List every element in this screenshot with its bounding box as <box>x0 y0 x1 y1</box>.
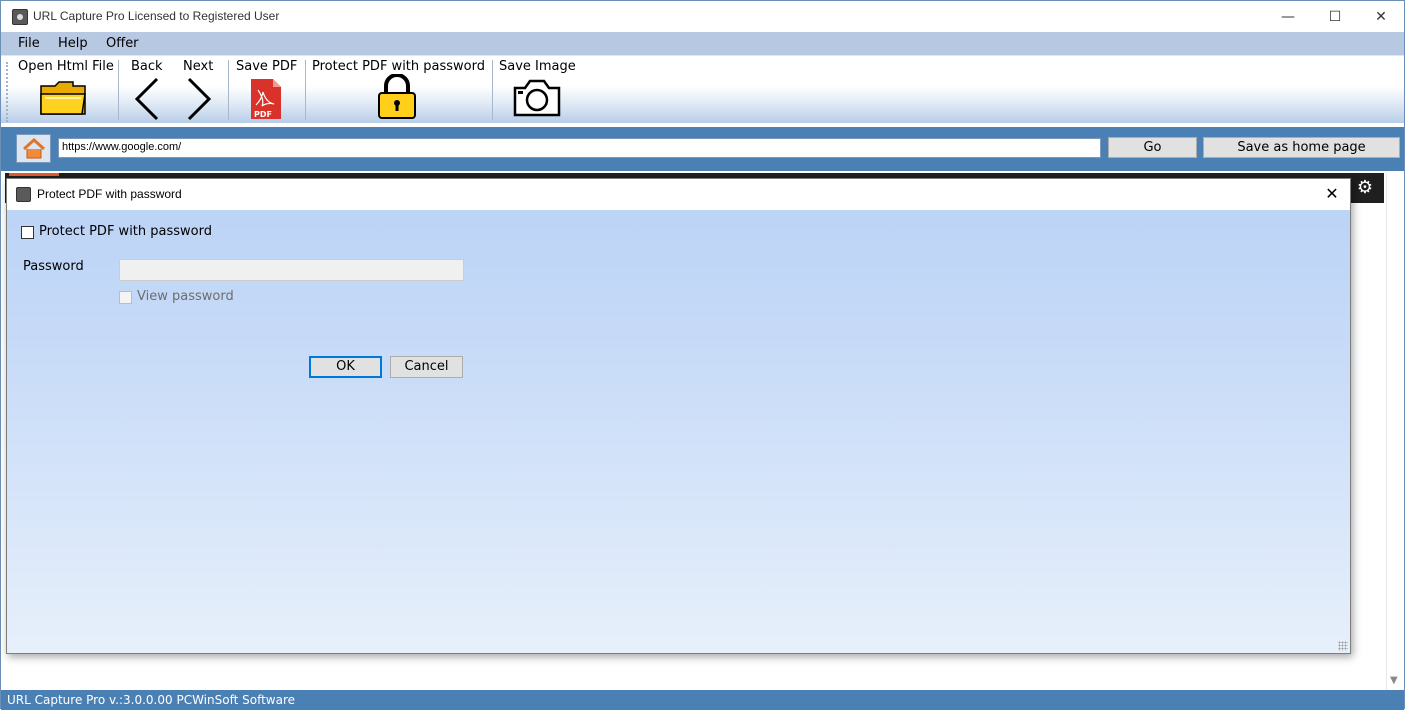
dialog-app-icon <box>16 187 31 202</box>
back-button[interactable]: Back <box>125 56 173 124</box>
vertical-scrollbar[interactable]: ▼ <box>1386 173 1403 690</box>
save-image-label: Save Image <box>499 59 576 74</box>
lock-icon <box>378 74 416 119</box>
dialog-title-bar: Protect PDF with password ✕ <box>7 179 1350 210</box>
ok-button[interactable]: OK <box>309 356 382 378</box>
menu-help[interactable]: Help <box>58 36 88 51</box>
window-title: URL Capture Pro Licensed to Registered U… <box>33 9 280 23</box>
resize-grip[interactable] <box>1338 641 1348 651</box>
toolbar-separator <box>118 60 119 120</box>
save-as-home-page-button[interactable]: Save as home page <box>1203 137 1400 158</box>
protect-pdf-dialog: Protect PDF with password ✕ Protect PDF … <box>6 178 1351 654</box>
folder-icon <box>40 81 86 115</box>
protect-pdf-button[interactable]: Protect PDF with password <box>309 56 489 124</box>
camera-icon <box>513 79 561 117</box>
go-button[interactable]: Go <box>1108 137 1197 158</box>
address-bar: https://www.google.com/ Go Save as home … <box>1 127 1404 171</box>
gear-icon[interactable]: ⚙ <box>1353 177 1377 199</box>
next-button[interactable]: Next <box>177 56 223 124</box>
title-bar: URL Capture Pro Licensed to Registered U… <box>1 1 1404 32</box>
maximize-button[interactable]: ☐ <box>1312 1 1358 32</box>
dialog-title: Protect PDF with password <box>37 187 182 201</box>
pdf-file-icon: PDF <box>251 79 281 119</box>
app-icon <box>12 9 28 25</box>
home-button[interactable] <box>16 134 51 163</box>
active-tab-indicator <box>9 173 59 176</box>
chevron-left-icon <box>134 77 159 121</box>
cancel-button[interactable]: Cancel <box>390 356 463 378</box>
toolbar-separator <box>305 60 306 120</box>
pdf-icon-text: PDF <box>254 110 272 119</box>
open-html-file-button[interactable]: Open Html File <box>15 56 115 124</box>
home-icon <box>22 137 45 158</box>
dialog-close-button[interactable]: ✕ <box>1322 183 1342 205</box>
toolbar: Open Html File Back Next Save PDF PDF Pr… <box>1 55 1404 123</box>
toolbar-separator <box>228 60 229 120</box>
status-bar: URL Capture Pro v.:3.0.0.00 PCWinSoft So… <box>1 690 1404 710</box>
save-image-button[interactable]: Save Image <box>496 56 580 124</box>
scroll-down-icon[interactable]: ▼ <box>1390 675 1398 686</box>
chevron-right-icon <box>187 77 212 121</box>
menu-bar: File Help Offer <box>1 32 1404 55</box>
back-label: Back <box>131 59 163 74</box>
menu-file[interactable]: File <box>18 36 40 51</box>
status-text: URL Capture Pro v.:3.0.0.00 PCWinSoft So… <box>7 693 296 707</box>
url-input[interactable]: https://www.google.com/ <box>58 138 1101 158</box>
save-pdf-button[interactable]: Save PDF PDF <box>233 56 301 124</box>
open-html-file-label: Open Html File <box>18 59 114 74</box>
password-label: Password <box>23 259 84 274</box>
next-label: Next <box>183 59 214 74</box>
menu-offer[interactable]: Offer <box>106 36 139 51</box>
toolbar-grip <box>6 62 9 122</box>
protect-pdf-checkbox-label[interactable]: Protect PDF with password <box>39 224 212 239</box>
view-password-checkbox[interactable] <box>119 291 132 304</box>
app-window: URL Capture Pro Licensed to Registered U… <box>0 0 1405 710</box>
close-button[interactable]: ✕ <box>1358 1 1404 32</box>
protect-pdf-checkbox[interactable] <box>21 226 34 239</box>
save-pdf-label: Save PDF <box>236 59 298 74</box>
protect-pdf-label: Protect PDF with password <box>312 59 485 74</box>
password-field[interactable] <box>119 259 464 281</box>
toolbar-separator <box>492 60 493 120</box>
minimize-button[interactable]: — <box>1265 1 1311 32</box>
view-password-label: View password <box>137 289 234 304</box>
